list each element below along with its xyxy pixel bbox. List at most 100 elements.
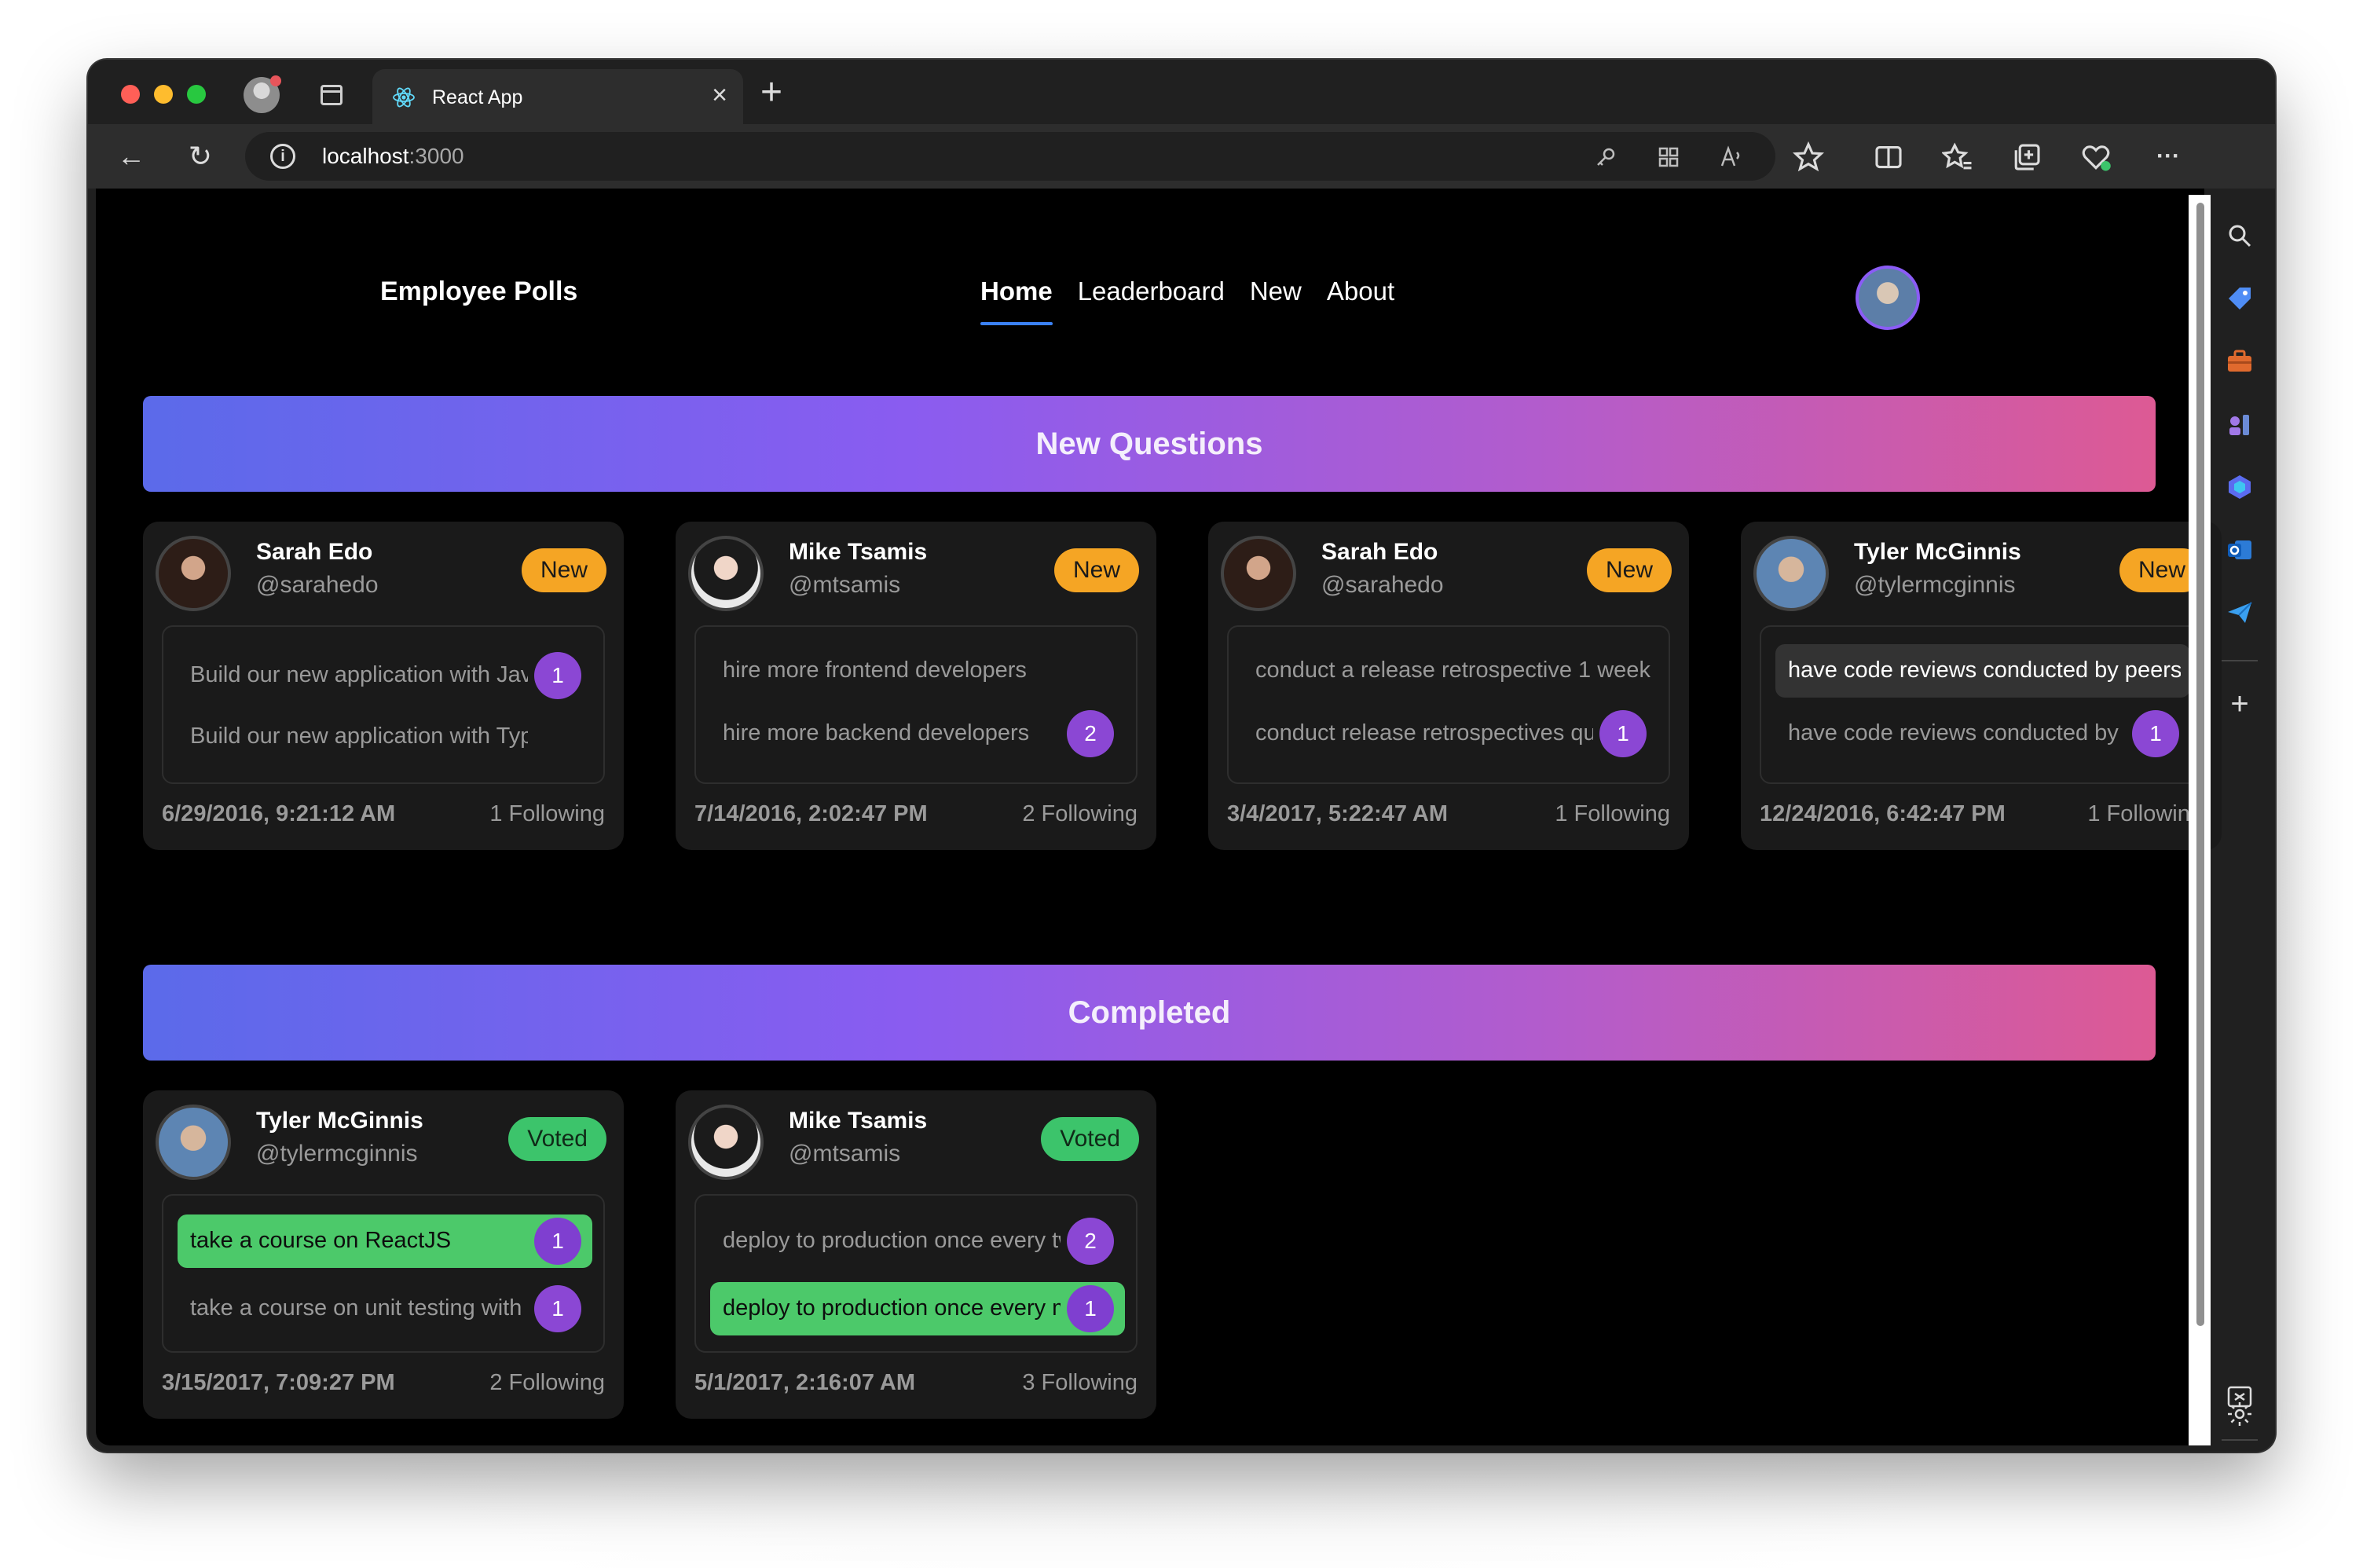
poll-option[interactable]: conduct release retrospectives quarterly… [1243, 707, 1658, 760]
outlook-icon[interactable] [2226, 536, 2254, 564]
option-text: conduct a release retrospective 1 week [1255, 658, 1650, 683]
poll-card[interactable]: Mike Tsamis @mtsamis Voted deploy to pro… [676, 1090, 1156, 1419]
read-aloud-icon[interactable] [1719, 145, 1744, 170]
new-questions-banner: New Questions [143, 396, 2156, 492]
key-icon[interactable] [1593, 145, 1618, 170]
author-name: Mike Tsamis [789, 539, 928, 565]
browser-toolbar: ← ↻ i localhost:3000 ··· [88, 124, 2275, 228]
poll-option[interactable]: deploy to production once every two week… [710, 1214, 1125, 1268]
send-icon[interactable] [2226, 599, 2254, 627]
avatar [156, 536, 231, 611]
vote-count: 1 [534, 652, 581, 699]
main-nav: Home Leaderboard New About [980, 277, 1394, 325]
settings-icon[interactable] [2226, 1400, 2254, 1428]
tab-strip: React App × + [88, 60, 2275, 124]
poll-option[interactable]: hire more frontend developers [710, 644, 1125, 698]
author-handle: @tylermcginnis [256, 1141, 418, 1167]
poll-option[interactable]: have code reviews conducted by managers … [1775, 707, 2190, 760]
add-icon[interactable]: + [2226, 688, 2254, 720]
toolbox-icon[interactable] [2226, 347, 2254, 376]
following-count: 1 Following [489, 801, 605, 826]
browser-window: React App × + ← ↻ i localhost:3000 ··· +… [88, 60, 2275, 1452]
health-icon[interactable] [2080, 141, 2112, 173]
apps-icon[interactable] [1656, 145, 1681, 170]
tab-react-app[interactable]: React App × [372, 69, 743, 124]
author-handle: @mtsamis [789, 1141, 901, 1167]
poll-options: hire more frontend developers hire more … [694, 625, 1138, 784]
poll-card[interactable]: Tyler McGinnis @tylermcginnis New have c… [1741, 522, 2222, 850]
author-handle: @sarahedo [256, 572, 379, 598]
app-brand[interactable]: Employee Polls [380, 277, 577, 307]
shopping-tag-icon[interactable] [2226, 284, 2254, 313]
poll-date: 12/24/2016, 6:42:47 PM [1760, 801, 2006, 826]
option-text: conduct release retrospectives quarterly [1255, 720, 1593, 746]
poll-option[interactable]: take a course on unit testing with Jest … [178, 1282, 592, 1335]
following-count: 1 Following [1555, 801, 1670, 826]
poll-card[interactable]: Tyler McGinnis @tylermcginnis Voted take… [143, 1090, 624, 1419]
author-handle: @tylermcginnis [1854, 572, 2016, 598]
author-handle: @mtsamis [789, 572, 901, 598]
close-tab-icon[interactable]: × [712, 82, 727, 108]
user-avatar[interactable] [1856, 266, 1920, 330]
poll-option-selected[interactable]: take a course on ReactJS 1 [178, 1214, 592, 1268]
poll-option-selected[interactable]: deploy to production once every month 1 [710, 1282, 1125, 1335]
page-scrollbar[interactable] [2189, 195, 2211, 1445]
nav-new[interactable]: New [1250, 277, 1302, 306]
nav-home[interactable]: Home [980, 277, 1053, 325]
poll-card[interactable]: Mike Tsamis @mtsamis New hire more front… [676, 522, 1156, 850]
status-badge: Voted [1041, 1117, 1139, 1161]
poll-card[interactable]: Sarah Edo @sarahedo New Build our new ap… [143, 522, 624, 850]
favorites-icon[interactable] [1942, 141, 1973, 173]
desktop-background: React App × + ← ↻ i localhost:3000 ··· +… [0, 0, 2363, 1568]
option-text: deploy to production once every month [723, 1295, 1061, 1321]
option-text: take a course on unit testing with Jest [190, 1295, 528, 1321]
option-text: hire more backend developers [723, 720, 1030, 746]
option-text: Build our new application with Javascrip… [190, 662, 528, 687]
nav-leaderboard[interactable]: Leaderboard [1078, 277, 1225, 306]
option-text: hire more frontend developers [723, 658, 1027, 683]
maximize-window-button[interactable] [187, 85, 206, 104]
poll-option[interactable]: hire more backend developers 2 [710, 707, 1125, 760]
poll-option[interactable]: Build our new application with Javascrip… [178, 649, 592, 702]
poll-options: conduct a release retrospective 1 week c… [1227, 625, 1670, 784]
close-window-button[interactable] [121, 85, 140, 104]
poll-option[interactable]: Build our new application with Typescrip… [178, 710, 592, 764]
more-icon[interactable]: ··· [2148, 140, 2189, 173]
author-name: Tyler McGinnis [1854, 539, 2021, 565]
author-name: Tyler McGinnis [256, 1108, 423, 1134]
browser-profile-icon[interactable] [244, 75, 281, 113]
vote-count: 2 [1067, 710, 1114, 757]
back-arrow-icon[interactable]: ← [115, 140, 148, 173]
react-logo-icon [393, 87, 415, 108]
poll-card[interactable]: Sarah Edo @sarahedo New conduct a releas… [1208, 522, 1689, 850]
split-screen-icon[interactable] [1873, 141, 1904, 173]
option-text: deploy to production once every two week… [723, 1228, 1061, 1253]
poll-date: 7/14/2016, 2:02:47 PM [694, 801, 928, 826]
poll-date: 3/4/2017, 5:22:47 AM [1227, 801, 1449, 826]
copilot-sidebar-icon[interactable] [2226, 473, 2254, 501]
address-bar[interactable]: i localhost:3000 [245, 132, 1775, 181]
new-tab-button[interactable]: + [760, 74, 782, 112]
vote-count: 1 [534, 1285, 581, 1332]
games-icon[interactable] [2226, 410, 2254, 438]
site-info-icon[interactable]: i [270, 144, 295, 169]
option-text: have code reviews conducted by peers [1788, 658, 2181, 683]
scrollbar-thumb[interactable] [2196, 203, 2204, 1326]
collections-icon[interactable] [2011, 141, 2042, 173]
vote-count: 1 [534, 1218, 581, 1265]
minimize-window-button[interactable] [154, 85, 173, 104]
nav-about[interactable]: About [1327, 277, 1394, 306]
status-badge: New [1586, 548, 1672, 592]
search-icon[interactable] [2226, 222, 2254, 250]
author-name: Mike Tsamis [789, 1108, 928, 1134]
author-handle: @sarahedo [1321, 572, 1444, 598]
poll-option[interactable]: conduct a release retrospective 1 week [1243, 644, 1658, 698]
poll-option[interactable]: have code reviews conducted by peers [1775, 644, 2190, 698]
reload-icon[interactable]: ↻ [184, 140, 217, 173]
option-text: take a course on ReactJS [190, 1228, 452, 1253]
star-icon[interactable] [1793, 141, 1824, 173]
url-text[interactable]: localhost:3000 [322, 144, 464, 169]
tab-actions-icon[interactable] [321, 85, 343, 105]
poll-options: take a course on ReactJS 1 take a course… [162, 1194, 605, 1353]
sidebar-divider [2222, 660, 2258, 661]
